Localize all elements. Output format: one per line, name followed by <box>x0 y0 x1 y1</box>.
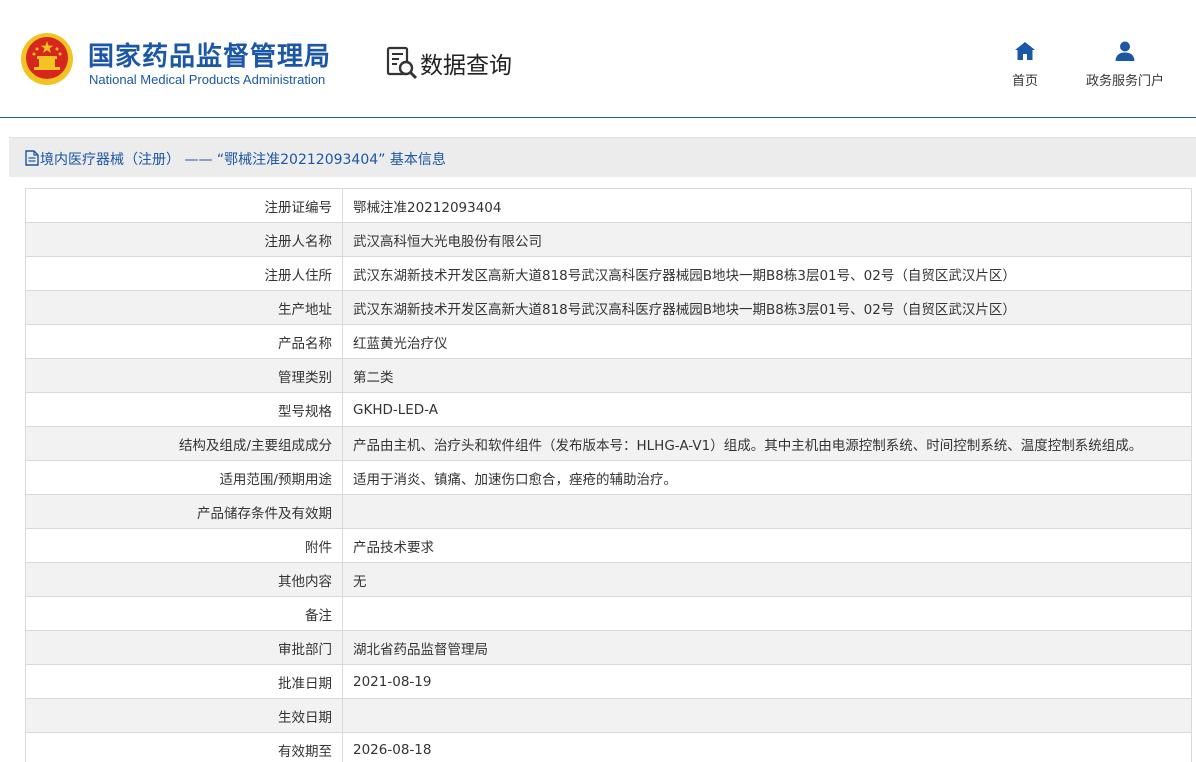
nav-home[interactable]: 首页 <box>1008 40 1042 89</box>
user-icon <box>1115 41 1135 61</box>
table-row: 生效日期 <box>25 698 1192 733</box>
detail-title-bar: 境内医疗器械（注册） —— “鄂械注准20212093404” 基本信息 <box>9 137 1196 177</box>
org-name-cn: 国家药品监督管理局 <box>88 42 332 72</box>
field-value: 湖北省药品监督管理局 <box>342 630 1192 665</box>
field-value: 2026-08-18 <box>342 732 1192 762</box>
nav-service-portal[interactable]: 政务服务门户 <box>1080 40 1170 89</box>
field-value <box>342 494 1192 529</box>
table-row: 适用范围/预期用途 适用于消炎、镇痛、加速伤口愈合，痤疮的辅助治疗。 <box>25 460 1192 495</box>
field-label: 其他内容 <box>25 562 343 597</box>
table-row: 附件 产品技术要求 <box>25 528 1192 563</box>
org-name-en: National Medical Products Administration <box>89 72 326 87</box>
field-label: 产品名称 <box>25 324 343 359</box>
table-row: 管理类别 第二类 <box>25 358 1192 393</box>
field-value: 鄂械注准20212093404 <box>342 188 1192 223</box>
table-row: 审批部门 湖北省药品监督管理局 <box>25 630 1192 665</box>
field-value: 适用于消炎、镇痛、加速伤口愈合，痤疮的辅助治疗。 <box>342 460 1192 495</box>
field-label: 注册人名称 <box>25 222 343 257</box>
field-value: 产品技术要求 <box>342 528 1192 563</box>
field-value: 武汉东湖新技术开发区高新大道818号武汉高科医疗器械园B地块一期B8栋3层01号… <box>342 290 1192 325</box>
field-value: 红蓝黄光治疗仪 <box>342 324 1192 359</box>
field-value <box>342 698 1192 733</box>
detail-title-text: 境内医疗器械（注册） —— “鄂械注准20212093404” 基本信息 <box>40 152 446 168</box>
field-value <box>342 596 1192 631</box>
field-label: 管理类别 <box>25 358 343 393</box>
field-value: 无 <box>342 562 1192 597</box>
table-row: 注册证编号 鄂械注准20212093404 <box>25 188 1192 223</box>
table-row: 产品名称 红蓝黄光治疗仪 <box>25 324 1192 359</box>
field-label: 备注 <box>25 596 343 631</box>
field-value: 产品由主机、治疗头和软件组件（发布版本号：HLHG-A-V1）组成。其中主机由电… <box>342 426 1192 461</box>
nav-service-portal-label: 政务服务门户 <box>1085 74 1164 89</box>
table-row: 其他内容无 <box>25 562 1192 597</box>
table-row: 型号规格 GKHD-LED-A <box>25 392 1192 427</box>
table-row: 注册人住所 武汉东湖新技术开发区高新大道818号武汉高科医疗器械园B地块一期B8栋… <box>25 256 1192 291</box>
field-label: 适用范围/预期用途 <box>25 460 343 495</box>
table-row: 有效期至 2026-08-18 <box>25 732 1192 762</box>
section-title: 数据查询 <box>420 53 512 79</box>
field-value: 第二类 <box>342 358 1192 393</box>
field-label: 注册证编号 <box>25 188 343 223</box>
field-value: GKHD-LED-A <box>342 392 1192 427</box>
field-label: 型号规格 <box>25 392 343 427</box>
field-label: 批准日期 <box>25 664 343 699</box>
home-icon <box>1015 42 1035 60</box>
table-row: 批准日期 2021-08-19 <box>25 664 1192 699</box>
national-emblem-icon <box>21 33 73 85</box>
field-label: 有效期至 <box>25 732 343 762</box>
data-query-icon <box>386 46 418 80</box>
field-label: 生产地址 <box>25 290 343 325</box>
device-info-table: 注册证编号 鄂械注准20212093404 注册人名称 武汉高科恒大光电股份有限公司注… <box>25 188 1192 762</box>
field-value: 2021-08-19 <box>342 664 1192 699</box>
field-label: 生效日期 <box>25 698 343 733</box>
field-label: 产品储存条件及有效期 <box>25 494 343 529</box>
table-row: 备注 <box>25 596 1192 631</box>
field-value: 武汉东湖新技术开发区高新大道818号武汉高科医疗器械园B地块一期B8栋3层01号… <box>342 256 1192 291</box>
field-label: 附件 <box>25 528 343 563</box>
table-row: 产品储存条件及有效期 <box>25 494 1192 529</box>
field-label: 注册人住所 <box>25 256 343 291</box>
table-row: 生产地址 武汉东湖新技术开发区高新大道818号武汉高科医疗器械园B地块一期B8栋3… <box>25 290 1192 325</box>
field-label: 审批部门 <box>25 630 343 665</box>
field-label: 结构及组成/主要组成成分 <box>25 426 343 461</box>
nav-home-label: 首页 <box>1011 74 1038 89</box>
field-value: 武汉高科恒大光电股份有限公司 <box>342 222 1192 257</box>
site-header: 国家药品监督管理局 National Medical Products Admi… <box>0 0 1196 118</box>
document-icon <box>25 150 39 166</box>
table-row: 注册人名称 武汉高科恒大光电股份有限公司 <box>25 222 1192 257</box>
table-row: 结构及组成/主要组成成分 产品由主机、治疗头和软件组件（发布版本号：HLHG-A-… <box>25 426 1192 461</box>
